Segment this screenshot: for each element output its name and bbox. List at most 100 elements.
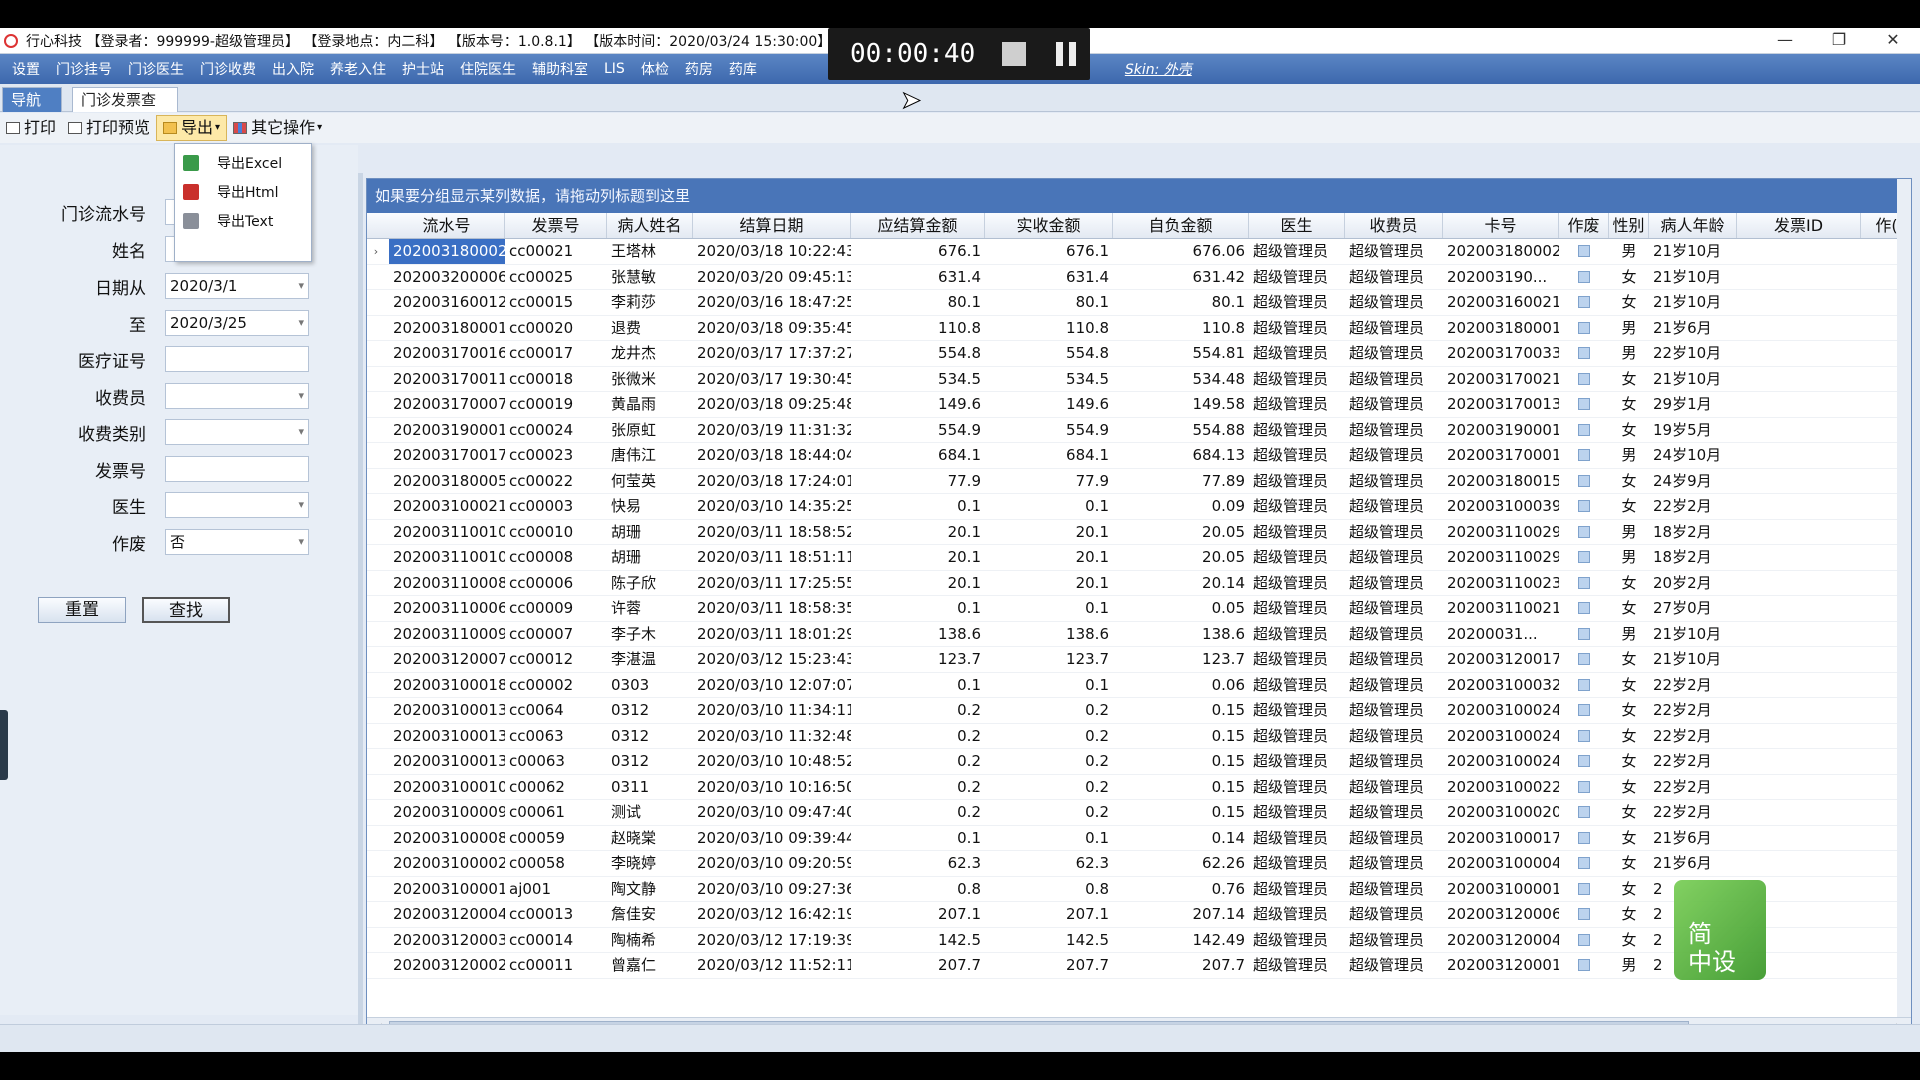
- table-row[interactable]: 202003100002 c00058 李晓婷 2020/03/10 09:20:59…: [367, 851, 1911, 877]
- column-header[interactable]: 病人年龄: [1649, 213, 1737, 238]
- close-icon[interactable]: ✕: [1866, 28, 1920, 53]
- void-checkbox-icon[interactable]: [1578, 321, 1590, 334]
- date-from-picker[interactable]: 2020/3/1: [165, 273, 309, 299]
- void-checkbox-icon[interactable]: [1578, 831, 1590, 844]
- void-cell[interactable]: [1559, 851, 1609, 876]
- void-checkbox-icon[interactable]: [1578, 576, 1590, 589]
- row-indicator[interactable]: [367, 418, 385, 443]
- export-text-item[interactable]: 导出Text: [175, 206, 311, 235]
- column-header[interactable]: 应结算金额: [851, 213, 985, 238]
- void-checkbox-icon[interactable]: [1578, 653, 1590, 665]
- table-row[interactable]: 202003160012 cc00015 李莉莎 2020/03/16 18:47:2…: [367, 290, 1911, 316]
- vertical-scrollbar[interactable]: [1897, 179, 1911, 1017]
- row-indicator[interactable]: [367, 367, 385, 392]
- feetype-select[interactable]: [165, 419, 309, 445]
- table-row[interactable]: 202003110010 cc00010 胡珊 2020/03/11 18:58:52…: [367, 520, 1911, 545]
- table-row[interactable]: 202003170017 cc00023 唐伟江 2020/03/18 18:44:0…: [367, 443, 1911, 469]
- restore-icon[interactable]: ❐: [1812, 28, 1866, 53]
- column-header[interactable]: 卡号: [1443, 213, 1559, 238]
- void-cell[interactable]: [1559, 877, 1609, 902]
- print-preview-button[interactable]: 打印预览: [62, 115, 156, 141]
- pause-icon[interactable]: [1056, 42, 1076, 66]
- menu-item[interactable]: LIS: [596, 61, 633, 77]
- table-row[interactable]: 202003100013 cc0063 0312 2020/03/10 11:32:4…: [367, 724, 1911, 749]
- table-row[interactable]: 202003120007 cc00012 李湛温 2020/03/12 15:23:4…: [367, 647, 1911, 673]
- menu-item[interactable]: 辅助科室: [524, 59, 596, 79]
- menu-item[interactable]: 门诊挂号: [48, 59, 120, 79]
- tab-outpatient-invoice-query[interactable]: 门诊发票查询: [72, 87, 178, 133]
- table-row[interactable]: 202003100008 c00059 赵晓棠 2020/03/10 09:39:44…: [367, 826, 1911, 851]
- void-checkbox-icon[interactable]: [1578, 933, 1590, 946]
- table-row[interactable]: › 202003180002 cc00021 王塔林 2020/03/18 10:22:…: [367, 239, 1911, 265]
- row-indicator[interactable]: [367, 749, 385, 774]
- void-cell[interactable]: [1559, 367, 1609, 392]
- column-header[interactable]: 作废: [1559, 213, 1609, 238]
- void-checkbox-icon[interactable]: [1578, 525, 1590, 538]
- menu-item[interactable]: 药房: [677, 59, 721, 79]
- row-indicator[interactable]: [367, 469, 385, 494]
- table-row[interactable]: 202003180001 cc00020 退费 2020/03/18 09:35:45…: [367, 316, 1911, 341]
- row-indicator[interactable]: [367, 800, 385, 825]
- void-cell[interactable]: [1559, 902, 1609, 927]
- row-indicator[interactable]: [367, 622, 385, 647]
- column-header[interactable]: 病人姓名: [607, 213, 693, 238]
- void-cell[interactable]: [1559, 341, 1609, 366]
- table-row[interactable]: 202003100021 cc00003 快易 2020/03/10 14:35:25…: [367, 494, 1911, 520]
- table-row[interactable]: 202003110010 cc00008 胡珊 2020/03/11 18:51:11…: [367, 545, 1911, 571]
- void-checkbox-icon[interactable]: [1578, 449, 1590, 461]
- table-row[interactable]: 202003100010 c00062 0311 2020/03/10 10:16:5…: [367, 775, 1911, 800]
- invoice-input[interactable]: [165, 456, 309, 482]
- row-indicator[interactable]: [367, 571, 385, 596]
- void-cell[interactable]: [1559, 826, 1609, 851]
- panel-splitter[interactable]: [358, 173, 363, 1043]
- void-cell[interactable]: [1559, 800, 1609, 825]
- void-cell[interactable]: [1559, 596, 1609, 621]
- date-to-picker[interactable]: 2020/3/25: [165, 310, 309, 336]
- void-checkbox-icon[interactable]: [1578, 500, 1590, 512]
- column-header[interactable]: 性别: [1609, 213, 1649, 238]
- minimize-icon[interactable]: —: [1758, 28, 1812, 53]
- cashier-select[interactable]: [165, 383, 309, 409]
- reset-button[interactable]: 重置: [38, 597, 126, 623]
- table-row[interactable]: 202003110009 cc00007 李子木 2020/03/11 18:01:2…: [367, 622, 1911, 647]
- stop-icon[interactable]: [1002, 42, 1026, 66]
- menu-item[interactable]: 出入院: [264, 59, 322, 79]
- other-operations-button[interactable]: 其它操作 ▾: [227, 115, 328, 141]
- void-cell[interactable]: [1559, 265, 1609, 290]
- export-excel-item[interactable]: 导出Excel: [175, 148, 311, 177]
- column-header[interactable]: 发票号: [505, 213, 607, 238]
- row-indicator[interactable]: [367, 877, 385, 902]
- void-cell[interactable]: [1559, 443, 1609, 468]
- void-checkbox-icon[interactable]: [1578, 857, 1590, 869]
- menu-item[interactable]: 门诊收费: [192, 59, 264, 79]
- group-by-hint[interactable]: 如果要分组显示某列数据，请拖动列标题到这里: [367, 179, 1911, 213]
- export-button[interactable]: 导出 ▾: [156, 115, 228, 141]
- row-indicator[interactable]: [367, 698, 385, 723]
- void-checkbox-icon[interactable]: [1578, 245, 1590, 257]
- column-header[interactable]: 实收金额: [985, 213, 1113, 238]
- void-cell[interactable]: [1559, 647, 1609, 672]
- void-checkbox-icon[interactable]: [1578, 398, 1590, 410]
- void-cell[interactable]: [1559, 494, 1609, 519]
- row-indicator[interactable]: [367, 724, 385, 749]
- void-checkbox-icon[interactable]: [1578, 780, 1590, 793]
- void-checkbox-icon[interactable]: [1578, 347, 1590, 359]
- void-checkbox-icon[interactable]: [1578, 678, 1590, 691]
- print-button[interactable]: 打印: [0, 115, 62, 141]
- void-checkbox-icon[interactable]: [1578, 729, 1590, 742]
- menu-item[interactable]: 药库: [721, 59, 765, 79]
- void-cell[interactable]: [1559, 673, 1609, 698]
- menu-item[interactable]: 住院医生: [452, 59, 524, 79]
- void-checkbox-icon[interactable]: [1578, 755, 1590, 767]
- doctor-select[interactable]: [165, 492, 309, 518]
- medcard-input[interactable]: [165, 346, 309, 372]
- row-indicator[interactable]: [367, 851, 385, 876]
- void-cell[interactable]: [1559, 928, 1609, 953]
- row-indicator[interactable]: [367, 647, 385, 672]
- row-indicator[interactable]: [367, 775, 385, 800]
- row-indicator[interactable]: [367, 545, 385, 570]
- row-indicator[interactable]: [367, 265, 385, 290]
- void-cell[interactable]: [1559, 520, 1609, 545]
- void-cell[interactable]: [1559, 290, 1609, 315]
- void-checkbox-icon[interactable]: [1578, 602, 1590, 614]
